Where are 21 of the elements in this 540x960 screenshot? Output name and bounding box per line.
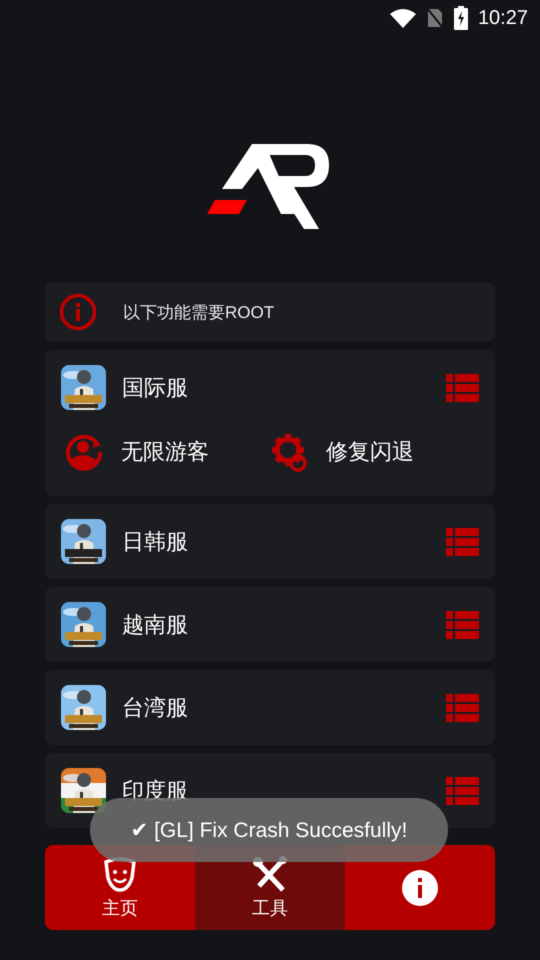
server-name: 越南服 — [122, 610, 189, 638]
action-button[interactable]: 无限游客 — [65, 432, 270, 472]
notice-text: 以下功能需要ROOT — [123, 302, 274, 324]
status-time: 10:27 — [478, 6, 528, 30]
user-refresh-icon — [65, 433, 103, 471]
list-icon[interactable] — [446, 610, 479, 638]
info-icon — [401, 868, 439, 906]
list-icon[interactable] — [446, 528, 479, 556]
server-name: 日韩服 — [122, 528, 189, 556]
toast-message: ✔ [GL] Fix Crash Succesfully! — [90, 798, 448, 862]
info-icon — [59, 293, 97, 331]
list-icon[interactable] — [446, 374, 479, 402]
no-sim-icon — [426, 7, 444, 29]
list-icon[interactable] — [446, 776, 479, 804]
battery-charging-icon — [454, 6, 468, 30]
gear-refresh-icon — [270, 432, 308, 472]
action-button[interactable]: 修复闪退 — [270, 432, 475, 472]
list-icon[interactable] — [446, 694, 479, 722]
wifi-icon — [390, 8, 416, 28]
server-name: 台湾服 — [122, 694, 189, 722]
server-name: 国际服 — [122, 374, 189, 402]
